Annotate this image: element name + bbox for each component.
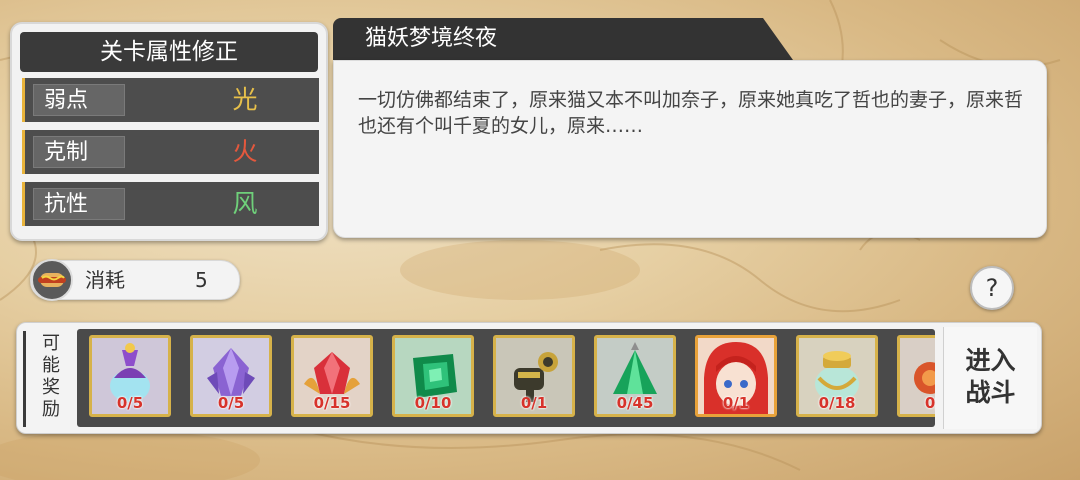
reward-count: 0/5: [116, 394, 144, 412]
attribute-value: 光: [232, 85, 258, 114]
attribute-value: 风: [232, 189, 258, 218]
reward-item[interactable]: 0/18: [796, 335, 878, 417]
enter-battle-button[interactable]: 进入 战斗: [943, 327, 1037, 429]
attribute-label: 克制: [33, 136, 125, 168]
stamina-cost: 消耗 5: [30, 259, 240, 301]
reward-count: 0/1: [722, 394, 750, 412]
cost-label: 消耗: [85, 268, 125, 292]
rewards-bar: 可能奖励 0/5 0/5 0/15 0/10 0/1 0/45 0/1 0/18…: [16, 322, 1042, 434]
reward-count: 0/45: [616, 394, 654, 412]
enter-battle-line1: 进入: [965, 346, 1016, 375]
cost-value: 5: [195, 268, 208, 292]
reward-count: 0/15: [313, 394, 351, 412]
reward-count: 0/18: [818, 394, 856, 412]
attribute-row-weakness: 弱点 光: [22, 78, 319, 122]
reward-item[interactable]: 0/1: [493, 335, 575, 417]
reward-count: 0/1: [924, 394, 935, 412]
attribute-label: 弱点: [33, 84, 125, 116]
story-text: 一切仿佛都结束了，原来猫又本不叫加奈子，原来她真吃了哲也的妻子，原来哲也还有个叫…: [358, 89, 1024, 137]
reward-item[interactable]: 0/1: [897, 335, 935, 417]
reward-item[interactable]: 0/15: [291, 335, 373, 417]
reward-item[interactable]: 0/45: [594, 335, 676, 417]
reward-count: 0/5: [217, 394, 245, 412]
rewards-label-text: 可能奖励: [42, 333, 60, 420]
attribute-row-resistance: 抗性 风: [22, 182, 319, 226]
story-title: 猫妖梦境终夜: [333, 18, 793, 60]
enter-battle-line2: 战斗: [965, 378, 1016, 407]
rewards-label: 可能奖励: [23, 331, 76, 427]
attribute-label: 抗性: [33, 188, 125, 220]
help-button[interactable]: ?: [970, 266, 1014, 310]
stage-attribute-panel: 关卡属性修正 弱点 光 克制 火 抗性 风: [10, 22, 328, 241]
rewards-list[interactable]: 0/5 0/5 0/15 0/10 0/1 0/45 0/1 0/18 0: [77, 329, 935, 427]
reward-item[interactable]: 0/5: [190, 335, 272, 417]
reward-item[interactable]: 0/1: [695, 335, 777, 417]
stage-attribute-title: 关卡属性修正: [20, 32, 318, 72]
hotdog-icon: [31, 259, 73, 301]
reward-count: 0/10: [414, 394, 452, 412]
attribute-row-counter: 克制 火: [22, 130, 319, 174]
attribute-value: 火: [232, 137, 258, 166]
reward-count: 0/1: [520, 394, 548, 412]
reward-item[interactable]: 0/5: [89, 335, 171, 417]
story-panel: 一切仿佛都结束了，原来猫又本不叫加奈子，原来她真吃了哲也的妻子，原来哲也还有个叫…: [333, 60, 1047, 238]
reward-item[interactable]: 0/10: [392, 335, 474, 417]
